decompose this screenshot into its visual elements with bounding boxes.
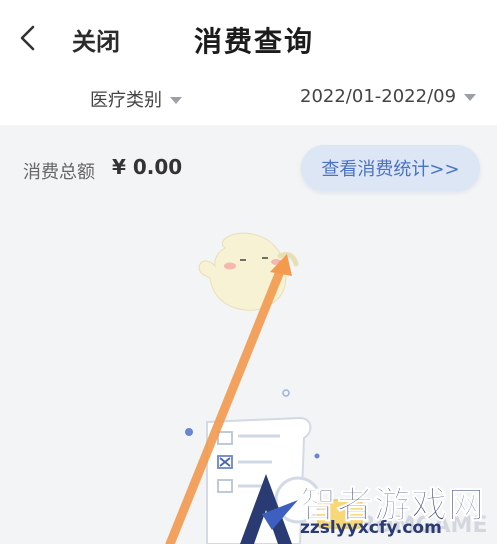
decor-dot xyxy=(282,389,290,397)
caret-down-icon xyxy=(170,96,182,104)
view-stats-button[interactable]: 查看消费统计>> xyxy=(301,145,480,191)
close-button[interactable]: 关闭 xyxy=(72,22,120,57)
top-bar: 关闭 消费查询 医疗类别 2022/01-2022/09 xyxy=(0,0,497,125)
category-filter-label: 医疗类别 xyxy=(90,90,162,111)
total-amount-label: 消费总额 xyxy=(23,162,95,183)
category-filter-dropdown[interactable]: 医疗类别 xyxy=(90,86,182,112)
back-chevron-icon[interactable] xyxy=(18,24,38,52)
page-title: 消费查询 xyxy=(194,25,315,58)
total-amount-value: ¥ 0.00 xyxy=(112,155,183,179)
decor-dot xyxy=(185,428,193,436)
caret-down-icon xyxy=(464,94,477,101)
date-range-label: 2022/01-2022/09 xyxy=(300,86,457,107)
decor-dot xyxy=(314,453,320,459)
date-range-dropdown[interactable]: 2022/01-2022/09 xyxy=(300,86,477,107)
watermark-logo-icon xyxy=(240,474,298,544)
watermark-url: zzslyyxcfy.com xyxy=(300,518,442,538)
